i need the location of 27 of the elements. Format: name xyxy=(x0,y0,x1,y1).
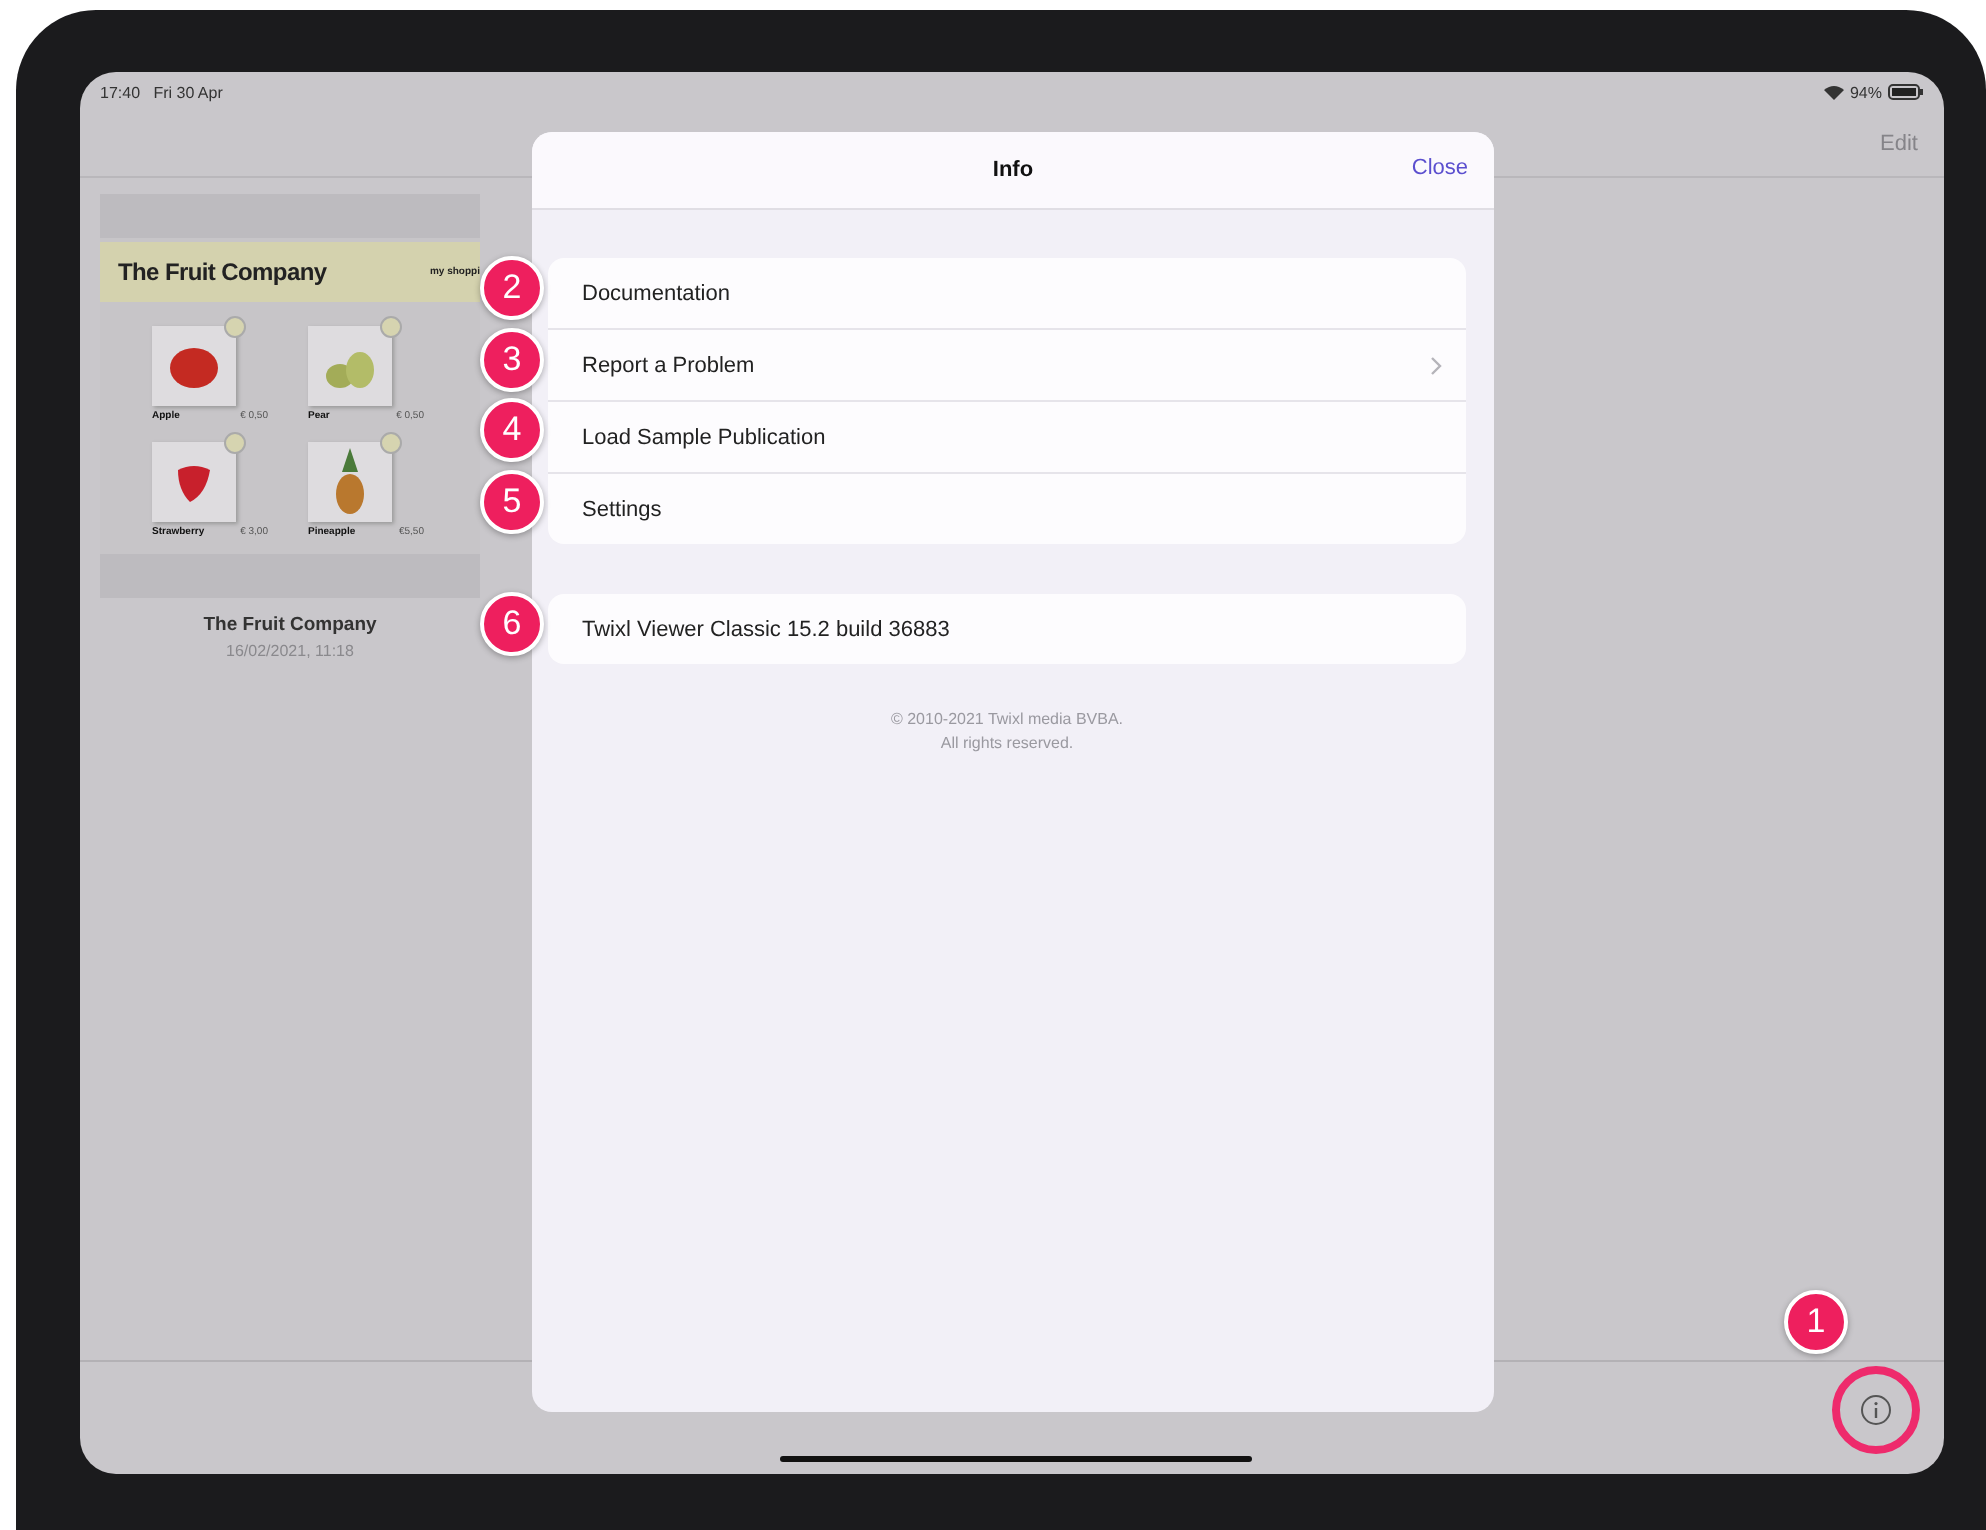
apple-icon xyxy=(168,342,220,390)
battery-percent: 94% xyxy=(1849,83,1882,101)
info-icon xyxy=(1860,1394,1892,1426)
callout-badge: 3 xyxy=(480,327,544,391)
callout-badge: 6 xyxy=(480,592,544,656)
battery-icon xyxy=(1888,84,1924,100)
menu-row[interactable]: Report a Problem xyxy=(548,328,1466,400)
callout-badge: 2 xyxy=(480,256,544,320)
wifi-icon xyxy=(1823,84,1844,100)
menu-row[interactable]: Settings xyxy=(548,472,1466,544)
callout-badge: 1 xyxy=(1784,1290,1848,1354)
publication-date: 16/02/2021, 11:18 xyxy=(224,642,356,660)
publication-title: The Fruit Company xyxy=(201,614,379,636)
dialog-title: Info xyxy=(992,158,1034,182)
chevron-icon xyxy=(1430,355,1442,375)
copyright-text: © 2010-2021 Twixl media BVBA. xyxy=(890,710,1124,728)
info-button[interactable] xyxy=(1832,1366,1920,1454)
callout-badge: 4 xyxy=(480,398,544,462)
pineapple-icon xyxy=(334,448,366,516)
close-button[interactable]: Close xyxy=(1411,156,1468,180)
banner-title: The Fruit Company xyxy=(118,258,327,286)
callout-badge: 5 xyxy=(480,469,544,533)
menu-row[interactable]: Twixl Viewer Classic 15.2 build 36883 xyxy=(548,594,1466,664)
menu-row[interactable]: Load Sample Publication xyxy=(548,400,1466,472)
status-time: 17:40 Fri 30 Apr xyxy=(100,83,223,101)
copyright-text: All rights reserved. xyxy=(940,734,1074,752)
menu-row[interactable]: Documentation xyxy=(548,258,1466,328)
